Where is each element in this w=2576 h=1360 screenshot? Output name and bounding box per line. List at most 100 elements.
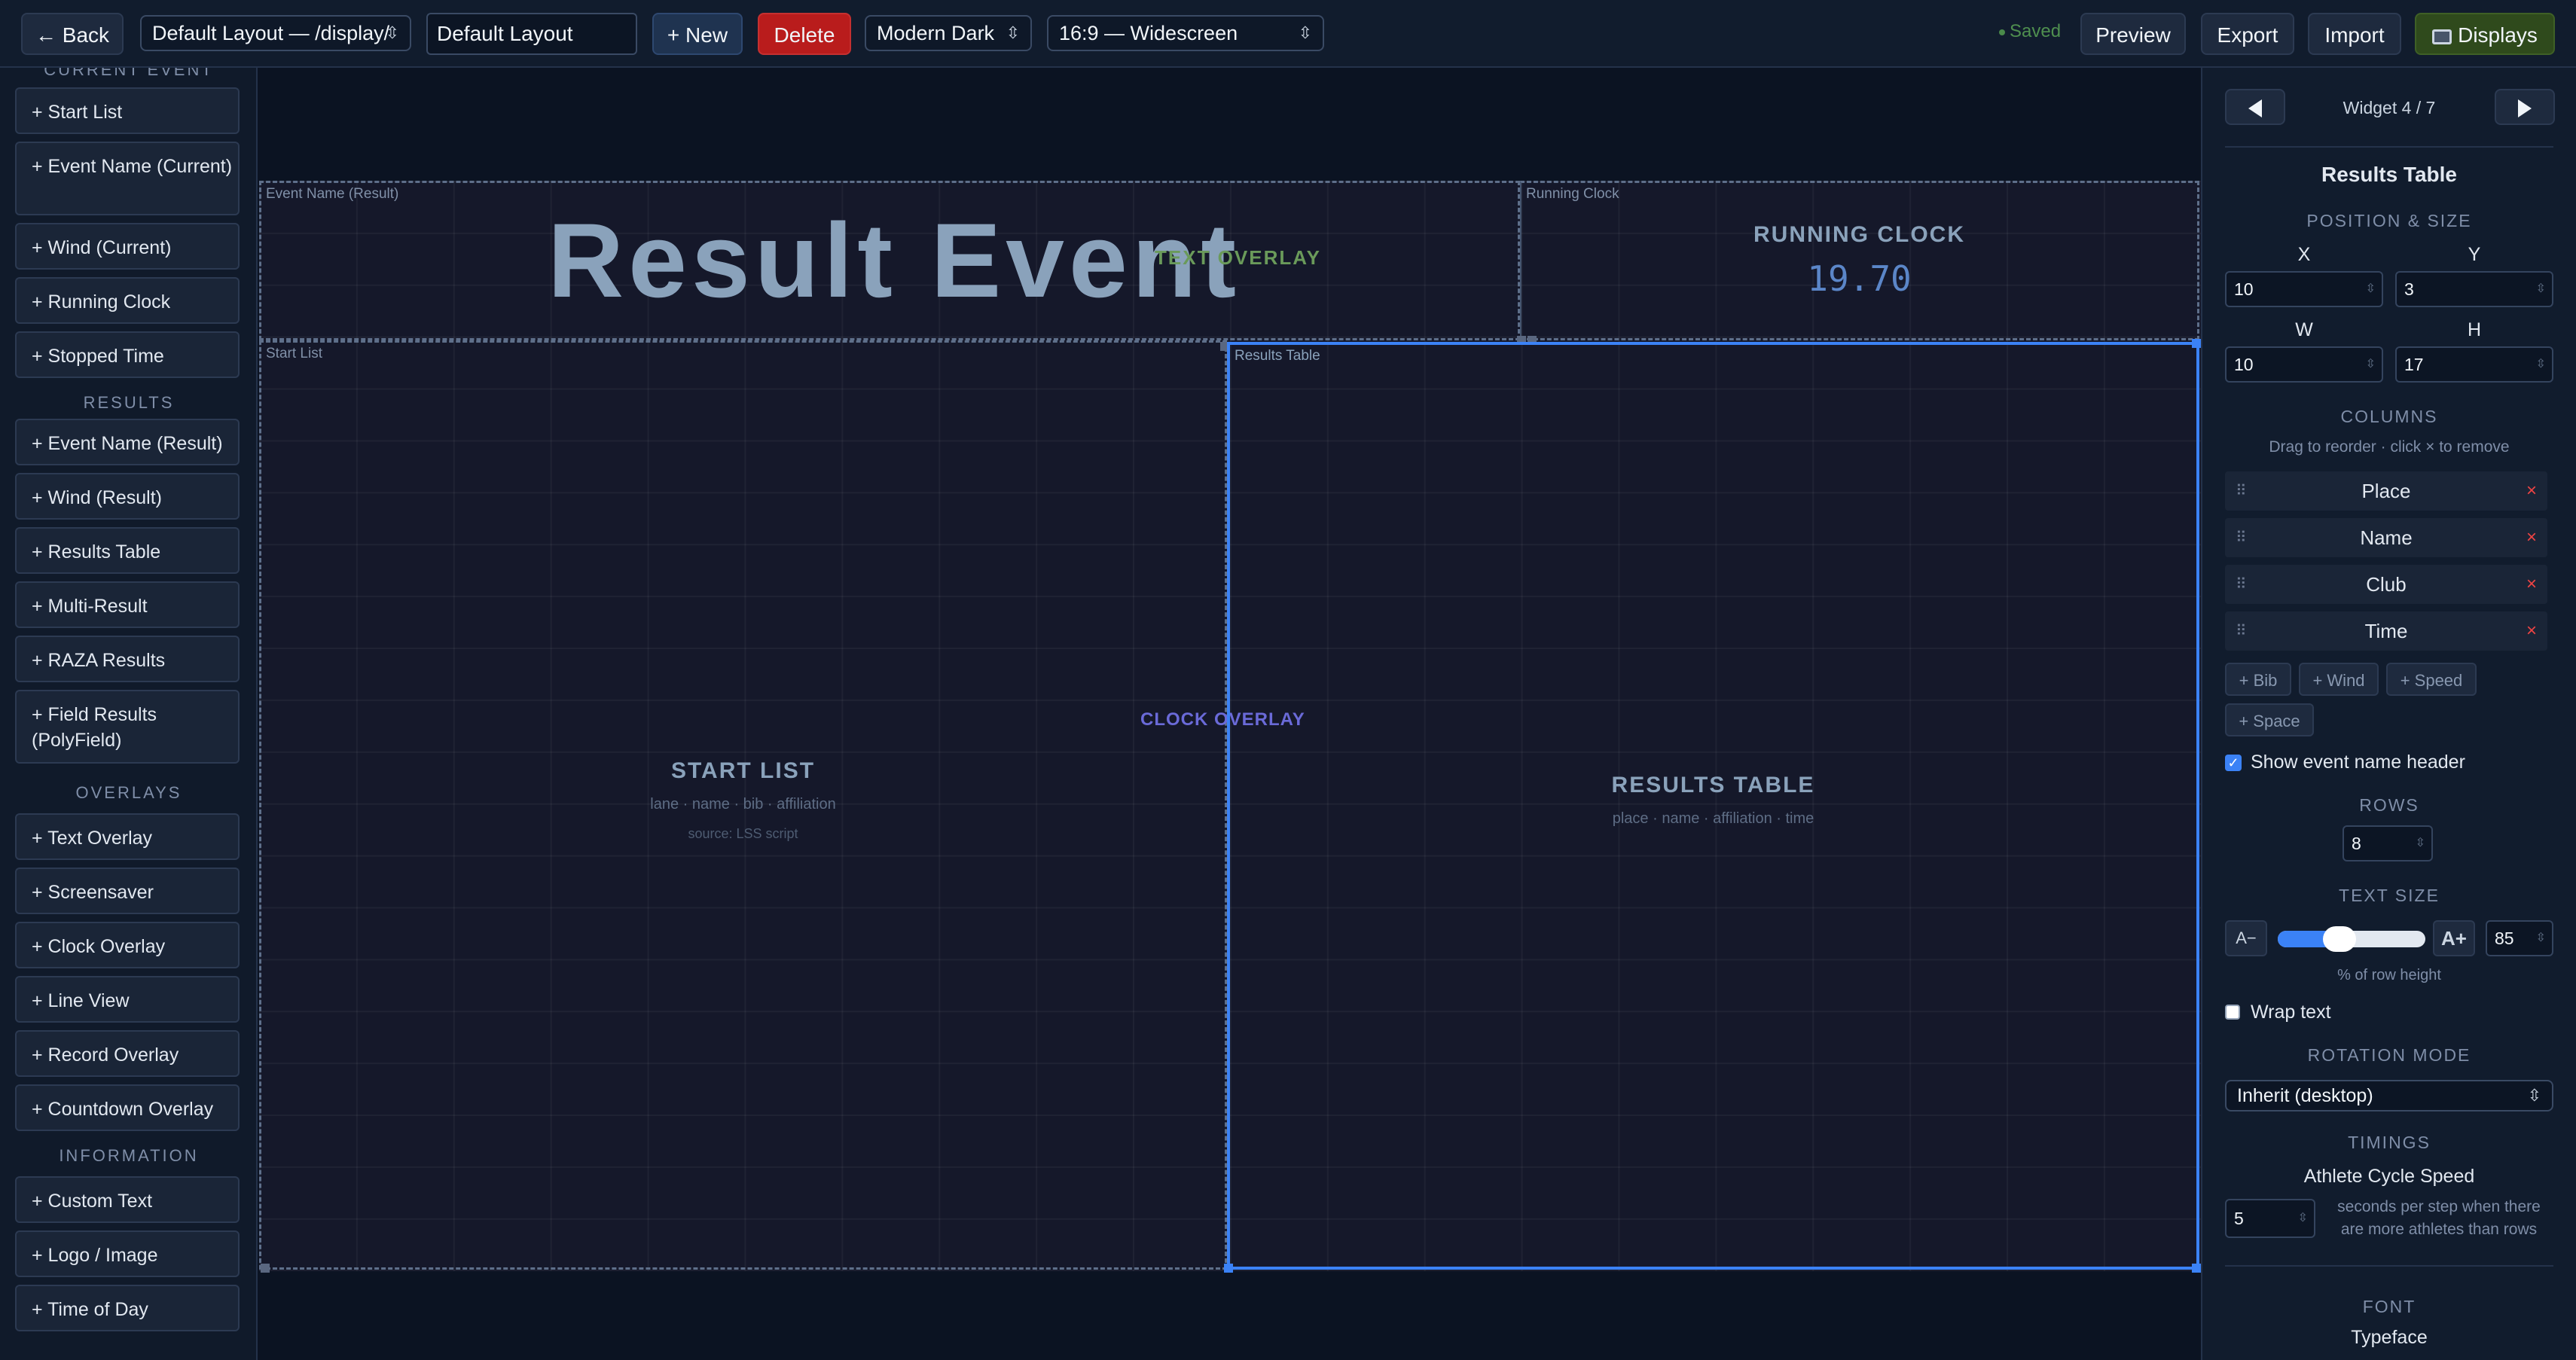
layout-name-input[interactable]: Default Layout — [426, 13, 637, 55]
add-wind-current-button[interactable]: + Wind (Current) — [15, 223, 240, 270]
running-clock-title: RUNNING CLOCK — [1753, 222, 1965, 247]
add-logo-image-button[interactable]: + Logo / Image — [15, 1230, 240, 1277]
add-results-table-button[interactable]: + Results Table — [15, 527, 240, 574]
drag-handle-icon[interactable]: ⠿ — [2236, 518, 2247, 557]
add-running-clock-button[interactable]: + Running Clock — [15, 277, 240, 324]
stepper-icon: ⇳ — [2365, 282, 2376, 295]
cycle-speed-input[interactable]: 5 ⇳ — [2225, 1199, 2315, 1238]
displays-button[interactable]: Displays — [2415, 13, 2555, 55]
add-wind-result-button[interactable]: + Wind (Result) — [15, 473, 240, 520]
text-size-slider-thumb[interactable] — [2323, 926, 2356, 952]
font-header: FONT — [2362, 1297, 2416, 1316]
x-input[interactable]: 10 ⇳ — [2225, 271, 2383, 307]
resize-handle[interactable] — [1224, 1264, 1233, 1273]
start-list-source: source: LSS script — [688, 826, 798, 841]
x-label: X — [2297, 244, 2311, 265]
back-button[interactable]: ← Back — [21, 13, 124, 55]
add-field-results-button[interactable]: + Field Results (PolyField) — [15, 690, 240, 764]
stepper-icon: ⇳ — [2535, 358, 2546, 370]
column-item-club[interactable]: ⠿ Club × — [2225, 565, 2547, 604]
save-status: Saved — [1999, 21, 2061, 42]
results-table-widget-selected[interactable]: Results Table RESULTS TABLE place · name… — [1227, 342, 2199, 1270]
wrap-text-label: Wrap text — [2251, 1002, 2331, 1023]
y-input[interactable]: 3 ⇳ — [2395, 271, 2553, 307]
theme-select[interactable]: Modern Dark ⇳ — [865, 15, 1032, 51]
position-size-header: POSITION & SIZE — [2306, 211, 2472, 230]
show-header-checkbox[interactable]: ✓ — [2225, 755, 2242, 771]
add-screensaver-button[interactable]: + Screensaver — [15, 868, 240, 914]
display-stage[interactable]: Event Name (Result) Result Event TEXT OV… — [259, 181, 2201, 1273]
section-header-information: INFORMATION — [59, 1146, 199, 1165]
displays-label: Displays — [2458, 23, 2538, 47]
text-size-increase-button[interactable]: A+ — [2433, 920, 2475, 956]
add-time-of-day-button[interactable]: + Time of Day — [15, 1285, 240, 1331]
drag-handle-icon[interactable]: ⠿ — [2236, 611, 2247, 651]
start-list-title: START LIST — [670, 758, 816, 783]
rows-header: ROWS — [2359, 795, 2419, 815]
y-value: 3 — [2404, 279, 2414, 299]
resize-handle[interactable] — [2192, 1264, 2201, 1273]
rotation-mode-header: ROTATION MODE — [2307, 1045, 2471, 1065]
event-name-widget[interactable]: Event Name (Result) Result Event TEXT OV… — [259, 181, 1520, 340]
wrap-text-checkbox[interactable] — [2225, 1005, 2240, 1020]
resize-handle[interactable] — [261, 1264, 270, 1273]
add-stopped-time-button[interactable]: + Stopped Time — [15, 331, 240, 378]
add-wind-column-button[interactable]: + Wind — [2299, 663, 2379, 696]
layout-select[interactable]: Default Layout — /display/ ⇳ — [140, 15, 411, 51]
export-button[interactable]: Export — [2201, 13, 2294, 55]
remove-icon[interactable]: × — [2526, 471, 2537, 511]
import-button[interactable]: Import — [2308, 13, 2401, 55]
add-custom-text-button[interactable]: + Custom Text — [15, 1176, 240, 1223]
resize-handle[interactable] — [2192, 339, 2201, 348]
add-event-name-result-button[interactable]: + Event Name (Result) — [15, 419, 240, 465]
add-bib-column-button[interactable]: + Bib — [2225, 663, 2291, 696]
remove-icon[interactable]: × — [2526, 565, 2537, 604]
properties-panel[interactable]: Widget 4 / 7 Results Table POSITION & SI… — [2201, 68, 2576, 1360]
section-header-current-event: CURRENT EVENT — [44, 68, 214, 79]
start-list-widget[interactable]: Start List START LIST lane · name · bib … — [259, 340, 1227, 1270]
h-input[interactable]: 17 ⇳ — [2395, 346, 2553, 383]
add-start-list-button[interactable]: + Start List — [15, 87, 240, 134]
layout-canvas[interactable]: Event Name (Result) Result Event TEXT OV… — [258, 68, 2201, 1360]
add-space-column-button[interactable]: + Space — [2225, 703, 2314, 736]
remove-icon[interactable]: × — [2526, 611, 2537, 651]
section-header-results: RESULTS — [83, 393, 175, 412]
columns-hint: Drag to reorder · click × to remove — [2269, 438, 2510, 456]
add-raza-results-button[interactable]: + RAZA Results — [15, 636, 240, 682]
add-record-overlay-button[interactable]: + Record Overlay — [15, 1030, 240, 1077]
top-toolbar: ← Back Default Layout — /display/ ⇳ Defa… — [0, 0, 2576, 68]
new-layout-button[interactable]: + New — [652, 13, 743, 55]
add-event-name-current-button[interactable]: + Event Name (Current) — [15, 142, 240, 215]
running-clock-widget[interactable]: Running Clock RUNNING CLOCK 19.70 — [1520, 181, 2199, 340]
timings-header: TIMINGS — [2348, 1133, 2431, 1152]
column-item-time[interactable]: ⠿ Time × — [2225, 611, 2547, 651]
add-countdown-overlay-button[interactable]: + Countdown Overlay — [15, 1084, 240, 1131]
drag-handle-icon[interactable]: ⠿ — [2236, 565, 2247, 604]
text-size-input[interactable]: 85 ⇳ — [2486, 920, 2553, 956]
widget-label: Running Clock — [1526, 186, 1619, 202]
text-size-decrease-button[interactable]: A− — [2225, 920, 2267, 956]
remove-icon[interactable]: × — [2526, 518, 2537, 557]
column-item-place[interactable]: ⠿ Place × — [2225, 471, 2547, 511]
preview-button[interactable]: Preview — [2080, 13, 2186, 55]
column-item-name[interactable]: ⠿ Name × — [2225, 518, 2547, 557]
rows-input[interactable]: 8 ⇳ — [2343, 825, 2433, 861]
rotation-mode-select[interactable]: Inherit (desktop) ⇳ — [2225, 1080, 2553, 1111]
add-clock-overlay-button[interactable]: + Clock Overlay — [15, 922, 240, 968]
add-speed-column-button[interactable]: + Speed — [2386, 663, 2477, 696]
w-input[interactable]: 10 ⇳ — [2225, 346, 2383, 383]
chevron-updown-icon: ⇳ — [385, 23, 399, 42]
add-text-overlay-button[interactable]: + Text Overlay — [15, 813, 240, 860]
column-label: Club — [2366, 573, 2407, 596]
widget-counter: Widget 4 / 7 — [2343, 98, 2436, 117]
add-line-view-button[interactable]: + Line View — [15, 976, 240, 1023]
stepper-icon: ⇳ — [2365, 358, 2376, 370]
triangle-right-icon — [2518, 99, 2532, 117]
drag-handle-icon[interactable]: ⠿ — [2236, 471, 2247, 511]
previous-widget-button[interactable] — [2225, 89, 2285, 125]
widget-palette-sidebar[interactable]: CURRENT EVENT + Start List + Event Name … — [0, 68, 258, 1360]
add-multi-result-button[interactable]: + Multi-Result — [15, 581, 240, 628]
delete-layout-button[interactable]: Delete — [758, 13, 851, 55]
aspect-ratio-select[interactable]: 16:9 — Widescreen ⇳ — [1047, 15, 1324, 51]
next-widget-button[interactable] — [2495, 89, 2555, 125]
